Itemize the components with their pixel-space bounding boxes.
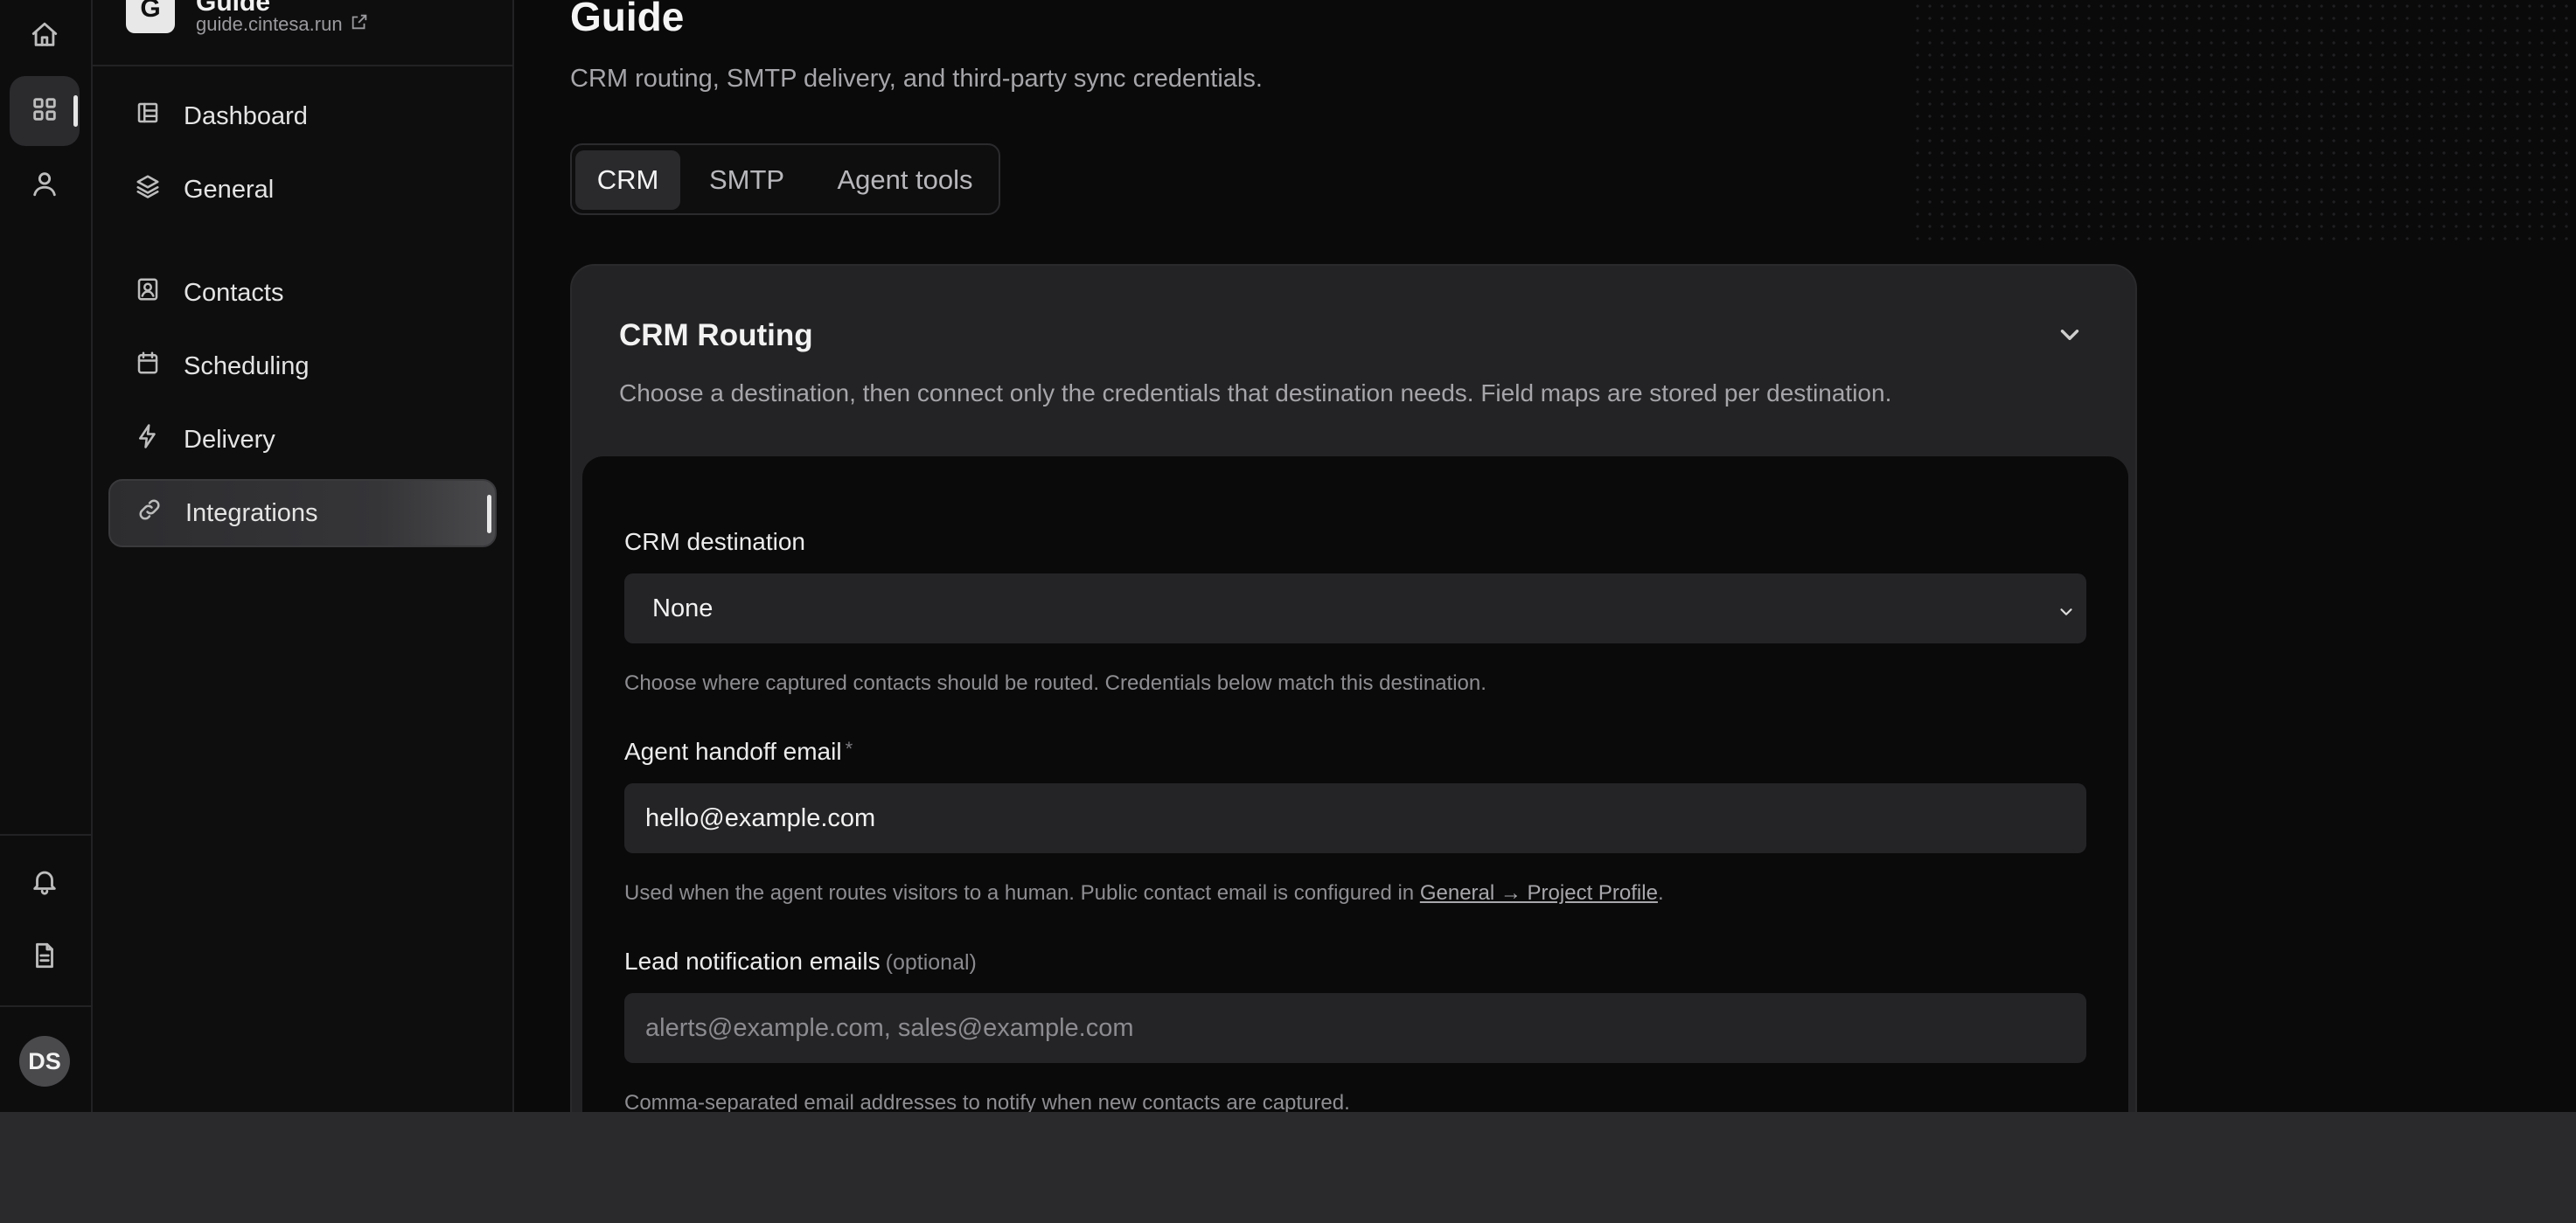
app-window: DS G Guide guide.cintesa.run Dashboard G… bbox=[0, 0, 2576, 1112]
user-icon bbox=[30, 169, 59, 203]
link-icon bbox=[136, 497, 163, 530]
rail-home-button[interactable] bbox=[10, 2, 80, 72]
rail-divider bbox=[0, 1005, 91, 1007]
page-title: Guide bbox=[570, 0, 685, 39]
sidebar: G Guide guide.cintesa.run Dashboard Gene… bbox=[93, 0, 514, 1112]
avatar[interactable]: DS bbox=[19, 1036, 70, 1087]
lead-notification-emails-field[interactable]: alerts@example.com, sales@example.com bbox=[624, 993, 2086, 1063]
dashboard-icon bbox=[135, 100, 161, 133]
tab-crm[interactable]: CRM bbox=[575, 150, 680, 210]
rail-docs-button[interactable] bbox=[10, 922, 80, 992]
handoff-email-label: Agent handoff email * bbox=[624, 738, 853, 766]
sidebar-item-label: Contacts bbox=[184, 278, 284, 307]
rail-divider bbox=[0, 834, 91, 836]
crm-routing-card: CRM Routing Choose a destination, then c… bbox=[570, 264, 2137, 1112]
main-content: Guide CRM routing, SMTP delivery, and th… bbox=[516, 0, 2576, 1112]
rail-projects-button[interactable] bbox=[10, 76, 80, 146]
card-description: Choose a destination, then connect only … bbox=[619, 379, 1892, 407]
site-url-link[interactable]: guide.cintesa.run bbox=[196, 12, 369, 37]
site-header: G Guide guide.cintesa.run bbox=[93, 0, 512, 66]
sidebar-item-general[interactable]: General bbox=[108, 156, 497, 224]
handoff-email-label-text: Agent handoff email bbox=[624, 738, 842, 765]
optional-tag: (optional) bbox=[885, 950, 977, 975]
sidebar-item-integrations[interactable]: Integrations bbox=[108, 479, 497, 547]
chevron-down-icon bbox=[2055, 330, 2085, 353]
rail-notifications-button[interactable] bbox=[10, 848, 80, 918]
rail-account-button[interactable] bbox=[10, 150, 80, 220]
handoff-email-help: Used when the agent routes visitors to a… bbox=[624, 881, 1664, 906]
site-logo: G bbox=[126, 0, 175, 33]
dot-pattern-background bbox=[1911, 0, 2576, 245]
bell-icon bbox=[30, 866, 59, 900]
chevron-down-icon bbox=[2057, 600, 2076, 619]
card-title: CRM Routing bbox=[619, 318, 813, 352]
sidebar-item-label: Scheduling bbox=[184, 351, 310, 380]
bolt-icon bbox=[135, 423, 161, 456]
sidebar-item-label: Delivery bbox=[184, 425, 275, 454]
sidebar-item-contacts[interactable]: Contacts bbox=[108, 259, 497, 327]
required-mark: * bbox=[845, 738, 853, 760]
collapse-toggle-button[interactable] bbox=[2055, 320, 2085, 350]
sidebar-item-label: Integrations bbox=[185, 498, 318, 527]
tab-agent-tools[interactable]: Agent tools bbox=[813, 150, 997, 210]
lead-notification-label-text: Lead notification emails bbox=[624, 948, 881, 975]
grid-icon bbox=[30, 94, 59, 129]
sidebar-item-scheduling[interactable]: Scheduling bbox=[108, 332, 497, 400]
calendar-icon bbox=[135, 350, 161, 383]
document-icon bbox=[30, 941, 59, 975]
project-profile-link[interactable]: General → Project Profile bbox=[1420, 881, 1658, 905]
crm-form-panel: CRM destination None Choose where captur… bbox=[582, 456, 2128, 1112]
lead-notification-label: Lead notification emails (optional) bbox=[624, 948, 977, 976]
crm-destination-select[interactable]: None bbox=[624, 573, 2086, 643]
page-subtitle: CRM routing, SMTP delivery, and third-pa… bbox=[570, 65, 1263, 93]
site-url-text: guide.cintesa.run bbox=[196, 13, 343, 35]
tab-bar: CRM SMTP Agent tools bbox=[570, 143, 1000, 215]
layers-icon bbox=[135, 173, 161, 206]
sidebar-item-label: Dashboard bbox=[184, 101, 308, 130]
lead-notification-help: Comma-separated email addresses to notif… bbox=[624, 1091, 1350, 1112]
handoff-help-suffix: . bbox=[1657, 881, 1664, 905]
external-link-icon bbox=[350, 12, 369, 37]
lead-notification-placeholder: alerts@example.com, sales@example.com bbox=[645, 1013, 1134, 1042]
handoff-email-value: hello@example.com bbox=[645, 803, 876, 832]
crm-destination-label: CRM destination bbox=[624, 528, 805, 555]
crm-destination-help: Choose where captured contacts should be… bbox=[624, 671, 1486, 695]
handoff-email-field[interactable]: hello@example.com bbox=[624, 783, 2086, 853]
crm-destination-value: None bbox=[652, 594, 714, 622]
sidebar-item-dashboard[interactable]: Dashboard bbox=[108, 82, 497, 150]
sidebar-item-label: General bbox=[184, 175, 275, 204]
handoff-help-text: Used when the agent routes visitors to a… bbox=[624, 881, 1420, 905]
home-icon bbox=[30, 20, 59, 54]
contact-icon bbox=[135, 276, 161, 309]
bottom-bar bbox=[0, 1112, 2576, 1223]
sidebar-item-delivery[interactable]: Delivery bbox=[108, 406, 497, 474]
tab-smtp[interactable]: SMTP bbox=[686, 150, 808, 210]
icon-rail: DS bbox=[0, 0, 93, 1112]
